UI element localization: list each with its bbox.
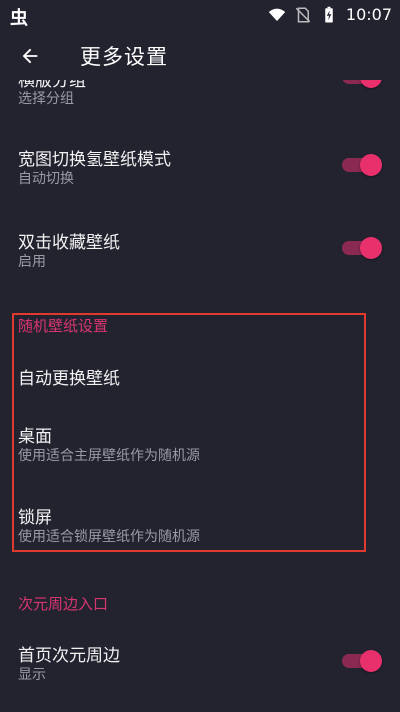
toggle-switch[interactable] (342, 650, 382, 672)
setting-auto-change[interactable]: 自动更换壁纸 (0, 360, 400, 392)
setting-double-tap-favorite[interactable]: 双击收藏壁纸 启用 (0, 223, 400, 279)
setting-title: 锁屏 (18, 508, 52, 528)
wifi-icon (268, 8, 286, 21)
battery-charging-icon (325, 6, 333, 22)
toggle-switch[interactable] (342, 80, 382, 88)
setting-title: 自动更换壁纸 (18, 369, 120, 389)
toggle-thumb (360, 80, 382, 88)
section-header-acg: 次元周边入口 (18, 595, 109, 613)
toggle-thumb (360, 154, 382, 176)
setting-group[interactable]: 横版分组 选择分组 (0, 80, 400, 118)
setting-title: 双击收藏壁纸 (18, 233, 120, 253)
status-bar: 虫 10:07 (0, 0, 400, 30)
app-notification-icon: 虫 (10, 8, 28, 29)
app-bar: 更多设置 (0, 30, 400, 80)
setting-subtitle: 启用 (18, 254, 46, 270)
toggle-switch[interactable] (342, 237, 382, 259)
setting-title: 桌面 (18, 427, 52, 447)
setting-home-acg[interactable]: 首页次元周边 显示 (0, 636, 400, 692)
back-button[interactable] (14, 40, 46, 72)
setting-wide-image-mode[interactable]: 宽图切换氢壁纸模式 自动切换 (0, 140, 400, 196)
arrow-left-icon (22, 48, 38, 64)
setting-title: 宽图切换氢壁纸模式 (18, 150, 171, 170)
page-title: 更多设置 (80, 45, 168, 69)
status-icons: 10:07 (268, 5, 392, 24)
setting-lockscreen[interactable]: 锁屏 使用适合锁屏壁纸作为随机源 (0, 500, 400, 550)
toggle-thumb (360, 650, 382, 672)
setting-title: 首页次元周边 (18, 646, 120, 666)
setting-desktop[interactable]: 桌面 使用适合主屏壁纸作为随机源 (0, 418, 400, 468)
section-header-random: 随机壁纸设置 (18, 317, 109, 335)
setting-subtitle: 使用适合锁屏壁纸作为随机源 (18, 529, 200, 545)
toggle-thumb (360, 237, 382, 259)
setting-subtitle: 选择分组 (18, 91, 74, 107)
settings-list[interactable]: 横版分组 选择分组 宽图切换氢壁纸模式 自动切换 双击收藏壁纸 启用 随机壁纸设… (0, 80, 400, 712)
setting-subtitle: 显示 (18, 667, 46, 683)
setting-subtitle: 自动切换 (18, 171, 74, 187)
clock: 10:07 (345, 5, 392, 24)
toggle-switch[interactable] (342, 154, 382, 176)
setting-subtitle: 使用适合主屏壁纸作为随机源 (18, 448, 200, 464)
no-sim-icon (295, 7, 311, 22)
